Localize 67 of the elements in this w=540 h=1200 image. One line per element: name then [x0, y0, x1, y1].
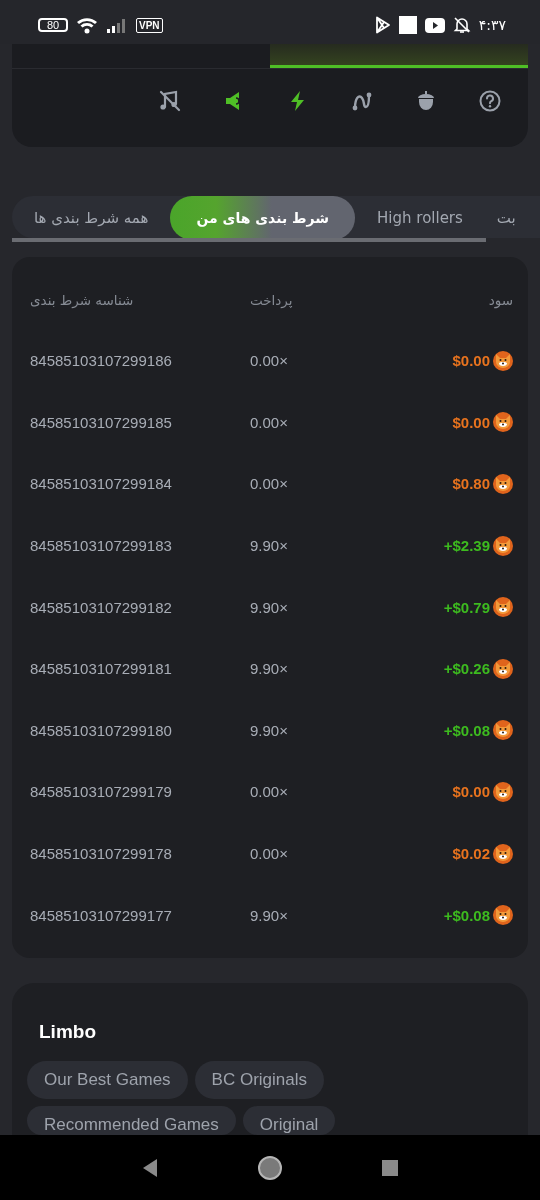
category-tag[interactable]: BC Originals	[194, 1060, 325, 1099]
back-icon[interactable]	[141, 1157, 159, 1178]
table-cell-text: 0.00×	[250, 352, 289, 370]
category-tag[interactable]: Recommended Games	[27, 1105, 236, 1135]
clock-time: ۴:۳۷	[478, 17, 506, 33]
fox-coin-icon	[493, 781, 513, 802]
profit-amount: +$0.26	[443, 660, 490, 678]
table-cell-text: 84585103107299183	[30, 537, 173, 555]
profit-amount: $0.00	[452, 352, 490, 370]
signal-icon	[106, 17, 128, 33]
fox-coin-icon	[493, 350, 513, 371]
table-cell-text: 9.90×	[250, 721, 289, 739]
fox-coin-icon	[493, 535, 513, 556]
help-icon[interactable]	[478, 89, 502, 113]
table-cell-text: 9.90×	[250, 537, 289, 555]
table-cell-text: 84585103107299184	[30, 475, 173, 493]
recents-icon[interactable]	[381, 1158, 399, 1177]
table-cell-text: 84585103107299179	[30, 783, 173, 801]
table-cell-text: 84585103107299182	[30, 598, 173, 616]
tab[interactable]: High rollers	[355, 196, 485, 240]
battery-level: 80	[46, 19, 60, 31]
vpn-badge: VPN	[136, 17, 163, 33]
table-cell-text: 84585103107299178	[30, 845, 173, 863]
column-header: پرداخت	[250, 292, 294, 308]
fox-coin-icon	[493, 412, 513, 433]
fox-coin-icon	[493, 720, 513, 741]
profit-amount: +$0.79	[443, 598, 490, 616]
tab[interactable]: شرط بندی های من	[170, 196, 356, 240]
muted-music-icon[interactable]	[158, 89, 182, 113]
wifi-icon	[76, 16, 98, 34]
table-cell-text: 84585103107299185	[30, 413, 173, 431]
table-cell-text: 84585103107299180	[30, 721, 173, 739]
table-cell-text: 0.00×	[250, 845, 289, 863]
table-cell-text: 0.00×	[250, 413, 289, 431]
table-cell-text: 9.90×	[250, 598, 289, 616]
fox-coin-icon	[493, 905, 513, 926]
table-cell-text: 84585103107299177	[30, 906, 173, 924]
table-cell-text: 9.90×	[250, 660, 289, 678]
table-cell-text: 84585103107299181	[30, 660, 173, 678]
tab[interactable]: بت	[484, 196, 520, 240]
video-play-icon	[424, 17, 445, 33]
fox-coin-icon	[493, 474, 513, 494]
table-cell-text: 84585103107299186	[30, 352, 173, 370]
home-icon[interactable]	[257, 1154, 283, 1181]
column-header: شناسه شرط بندی	[30, 292, 135, 308]
game-title: Limbo	[39, 1020, 97, 1043]
fox-coin-icon	[493, 658, 513, 679]
profit-amount: $0.00	[452, 783, 490, 801]
tab[interactable]: همه شرط بندی ها	[12, 196, 171, 240]
profit-amount: +$2.39	[443, 537, 490, 555]
table-cell-text: 0.00×	[250, 783, 289, 801]
fox-coin-icon	[493, 843, 513, 864]
category-tag[interactable]: Original	[242, 1105, 336, 1135]
fox-coin-icon	[493, 597, 513, 618]
profit-amount: $0.80	[452, 475, 490, 493]
scrollbar[interactable]	[12, 238, 486, 242]
play-store-icon	[374, 16, 391, 34]
profit-amount: $0.02	[452, 845, 490, 863]
profit-amount: +$0.08	[443, 721, 490, 739]
profit-amount: $0.00	[452, 413, 490, 431]
notification-square-icon	[398, 16, 417, 34]
column-header: سود	[487, 292, 513, 308]
bell-off-icon	[452, 16, 471, 34]
table-cell-text: 0.00×	[250, 475, 289, 493]
profit-amount: +$0.08	[443, 906, 490, 924]
category-tag[interactable]: Our Best Games	[27, 1060, 188, 1099]
table-cell-text: 9.90×	[250, 906, 289, 924]
